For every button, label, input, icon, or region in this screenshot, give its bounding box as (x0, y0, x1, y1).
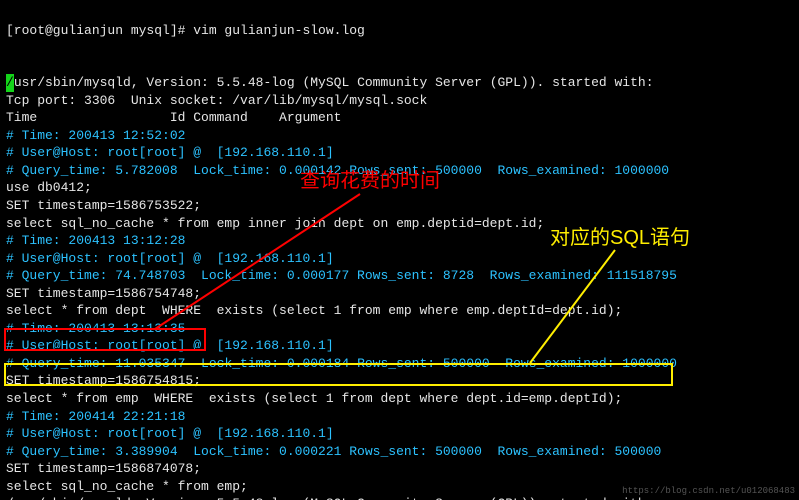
entry1-timestamp: SET timestamp=1586753522; (6, 198, 201, 213)
entry2-time: # Time: 200413 13:12:28 (6, 233, 185, 248)
entry3-query-time-b: Lock_time: 0.000184 Rows_sent: 500000 Ro… (185, 356, 676, 371)
version-line: usr/sbin/mysqld, Version: 5.5.48-log (My… (14, 75, 654, 90)
entry1-time: # Time: 200413 12:52:02 (6, 128, 185, 143)
terminal-output[interactable]: [root@gulianjun mysql]# vim gulianjun-sl… (0, 0, 799, 500)
entry2-userhost: # User@Host: root[root] @ [192.168.110.1… (6, 251, 334, 266)
entry4-timestamp: SET timestamp=1586874078; (6, 461, 201, 476)
entry1-sql: select sql_no_cache * from emp inner joi… (6, 216, 544, 231)
entry3-time: # Time: 200413 13:13:35 (6, 321, 185, 336)
entry3-timestamp: SET timestamp=1586754815; (6, 373, 201, 388)
entry3-userhost: # User@Host: root[root] @ [192.168.110.1… (6, 338, 334, 353)
tcp-port-line: Tcp port: 3306 Unix socket: /var/lib/mys… (6, 93, 427, 108)
entry1-use-db: use db0412; (6, 180, 92, 195)
shell-prompt-line: [root@gulianjun mysql]# vim gulianjun-sl… (6, 23, 365, 38)
entry4-time: # Time: 200414 22:21:18 (6, 409, 185, 424)
entry1-query-time: # Query_time: 5.782008 Lock_time: 0.0001… (6, 163, 669, 178)
footer-version: /usr/sbin/mysqld, Version: 5.5.48-log (M… (6, 496, 654, 500)
header-line: Time Id Command Argument (6, 110, 341, 125)
entry3-sql: select * from emp WHERE exists (select 1… (6, 391, 622, 406)
entry2-sql: select * from dept WHERE exists (select … (6, 303, 622, 318)
entry1-userhost: # User@Host: root[root] @ [192.168.110.1… (6, 145, 334, 160)
entry2-timestamp: SET timestamp=1586754748; (6, 286, 201, 301)
watermark: https://blog.csdn.net/u012068483 (622, 485, 795, 497)
path-highlight: / (6, 74, 14, 92)
entry3-query-time-a: # Query_time: 11.035347 (6, 356, 185, 371)
entry4-query-time: # Query_time: 3.389904 Lock_time: 0.0002… (6, 444, 661, 459)
entry4-sql: select sql_no_cache * from emp; (6, 479, 248, 494)
entry4-userhost: # User@Host: root[root] @ [192.168.110.1… (6, 426, 334, 441)
entry2-query-time: # Query_time: 74.748703 Lock_time: 0.000… (6, 268, 677, 283)
